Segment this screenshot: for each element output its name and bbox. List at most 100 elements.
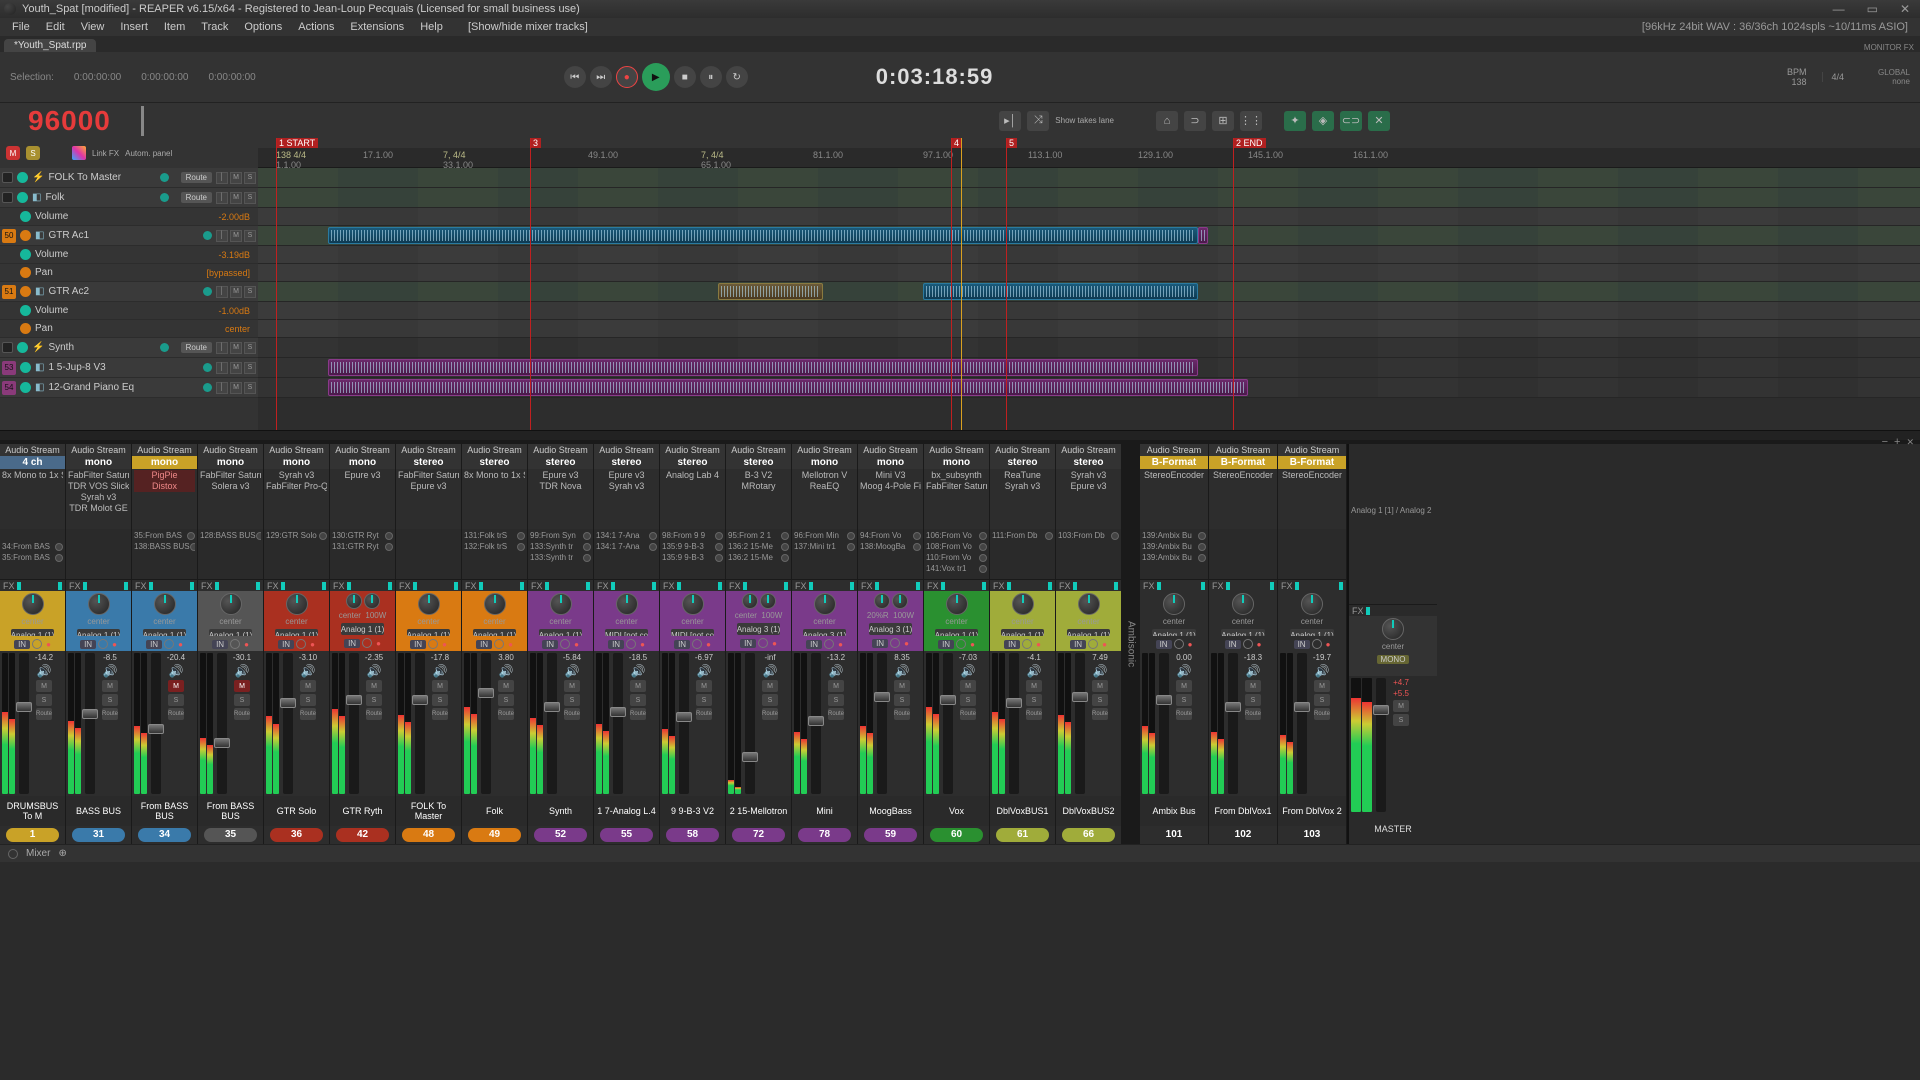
project-tab[interactable]: *Youth_Spat.rpp [4, 39, 96, 52]
mixer-channel[interactable]: Audio Stream stereo Analog Lab 4 98:From… [660, 444, 726, 844]
bpm-display[interactable]: BPM 138 [1787, 67, 1815, 87]
media-clip[interactable] [328, 227, 1198, 244]
arrange-lane[interactable] [258, 264, 1920, 282]
mixer-channel[interactable]: Audio Stream stereo Epure v3TDR Nova 99:… [528, 444, 594, 844]
mixer-channel[interactable]: Audio Stream mono FabFilter SaturnSolera… [198, 444, 264, 844]
mixer-channel[interactable]: Audio Stream mono Mini V3Moog 4-Pole Fil… [858, 444, 924, 844]
menu-file[interactable]: File [4, 21, 38, 33]
toolbar-icon-5[interactable]: ⊞ [1212, 111, 1234, 131]
arrange-lane[interactable] [258, 378, 1920, 398]
mixer-channel[interactable]: Audio Stream mono Epure v3 130:GTR Ryt13… [330, 444, 396, 844]
minimize-button[interactable]: — [1827, 2, 1851, 16]
close-button[interactable]: ✕ [1894, 2, 1916, 16]
arrange-lane[interactable] [258, 208, 1920, 226]
mixer-channel[interactable]: Audio Stream mono Syrah v3FabFilter Pro-… [264, 444, 330, 844]
media-clip[interactable] [923, 283, 1198, 300]
mixer-channel[interactable]: Audio Stream stereo B-3 V2MRotary 95:Fro… [726, 444, 792, 844]
mixer-plus[interactable]: + [1894, 436, 1900, 448]
mixer-channel[interactable]: Audio Stream stereo Epure v3Syrah v3 134… [594, 444, 660, 844]
toolbar-icon-3[interactable]: ⌂ [1156, 111, 1178, 131]
mixer-channel[interactable]: Audio Stream B-Format StereoEncoder FX c… [1209, 444, 1278, 844]
mixer-channel[interactable]: Audio Stream 4 ch 8x Mono to 1x Ster 34:… [0, 444, 66, 844]
arrange-lane[interactable] [258, 302, 1920, 320]
mixer-channel[interactable]: Audio Stream mono PigPieDistox 35:From B… [132, 444, 198, 844]
track-row[interactable]: ⚡SynthRoute│MS [0, 338, 258, 358]
master-mute-chip[interactable]: M [6, 146, 20, 160]
marker[interactable]: 2 END [1233, 138, 1266, 148]
track-row[interactable]: Volume-3.19dB [0, 246, 258, 264]
loop-button[interactable]: ↻ [726, 66, 748, 88]
master-channel[interactable]: Analog 1 [1] / Analog 2 FX center MONO +… [1347, 444, 1437, 844]
stop-button[interactable]: ■ [674, 66, 696, 88]
menu-edit[interactable]: Edit [38, 21, 73, 33]
mixer-label[interactable]: Mixer [26, 848, 50, 859]
media-clip[interactable] [328, 379, 1248, 396]
audio-device-info[interactable]: [96kHz 24bit WAV : 36/36ch 1024spls ~10/… [1634, 21, 1916, 33]
monitor-fx-button[interactable]: MONITOR FX [1858, 43, 1920, 52]
menu-help[interactable]: Help [412, 21, 451, 33]
mixer-channel[interactable]: Audio Stream mono Mellotron VReaEQ 96:Fr… [792, 444, 858, 844]
toolbar-icon-4[interactable]: ⊃ [1184, 111, 1206, 131]
track-row[interactable]: Volume-1.00dB [0, 302, 258, 320]
mixer-channel[interactable]: Audio Stream B-Format StereoEncoder 139:… [1140, 444, 1209, 844]
mixer-minus[interactable]: − [1882, 436, 1888, 448]
arrange-lane[interactable] [258, 282, 1920, 302]
mixer-channel[interactable]: Audio Stream mono bx_subsynthFabFilter S… [924, 444, 990, 844]
marker[interactable]: 1 START [276, 138, 318, 148]
arrange-lane[interactable] [258, 226, 1920, 246]
media-clip[interactable] [328, 359, 1198, 376]
toolbar-icon-1[interactable]: ▸│ [999, 111, 1021, 131]
track-row[interactable]: ⚡FOLK To MasterRoute│MS [0, 168, 258, 188]
track-row[interactable]: ◧FolkRoute│MS [0, 188, 258, 208]
marker[interactable]: 5 [1006, 138, 1017, 148]
track-row[interactable]: 51◧GTR Ac2│MS [0, 282, 258, 302]
mixer-channel[interactable]: Audio Stream stereo 8x Mono to 1x Ste 13… [462, 444, 528, 844]
toolbar-icon-g3[interactable]: ⊂⊃ [1340, 111, 1362, 131]
menu-showhidemixertracks[interactable]: [Show/hide mixer tracks] [451, 21, 596, 33]
play-button[interactable]: ▶ [642, 63, 670, 91]
toolbar-icon-6[interactable]: ⋮⋮ [1240, 111, 1262, 131]
autom-panel-button[interactable]: Autom. panel [125, 149, 172, 158]
skip-start-button[interactable]: ⏮ [564, 66, 586, 88]
timecode-display[interactable]: 0:03:18:59 [876, 64, 994, 90]
skip-end-button[interactable]: ⏭ [590, 66, 612, 88]
track-row[interactable]: Pancenter [0, 320, 258, 338]
marker[interactable]: 3 [530, 138, 541, 148]
menu-extensions[interactable]: Extensions [342, 21, 412, 33]
track-row[interactable]: 53◧1 5-Jup-8 V3│MS [0, 358, 258, 378]
ruler[interactable]: 1 START3452 END 138 4/41.1.0017.1.007, 4… [258, 138, 1920, 168]
arrange-lane[interactable] [258, 246, 1920, 264]
record-button[interactable]: ● [616, 66, 638, 88]
toolbar-icon-2[interactable]: ⤨ [1027, 111, 1049, 131]
media-clip[interactable] [1198, 227, 1208, 244]
tempo-display[interactable]: 96000 [28, 105, 111, 137]
track-row[interactable]: Volume-2.00dB [0, 208, 258, 226]
color-icon[interactable] [72, 146, 86, 160]
master-solo-chip[interactable]: S [26, 146, 40, 160]
menu-item[interactable]: Item [156, 21, 193, 33]
menu-view[interactable]: View [73, 21, 113, 33]
arrange-lane[interactable] [258, 338, 1920, 358]
mixer-channel[interactable]: Audio Stream B-Format StereoEncoder FX c… [1278, 444, 1347, 844]
arrange-lane[interactable] [258, 188, 1920, 208]
menu-options[interactable]: Options [236, 21, 290, 33]
arrange-lane[interactable] [258, 358, 1920, 378]
mixer-channel[interactable]: Audio Stream stereo Syrah v3Epure v3 103… [1056, 444, 1122, 844]
toolbar-icon-g1[interactable]: ✦ [1284, 111, 1306, 131]
menu-track[interactable]: Track [193, 21, 236, 33]
link-fx-button[interactable]: Link FX [92, 149, 119, 158]
arrange-lane[interactable] [258, 168, 1920, 188]
track-row[interactable]: 50◧GTR Ac1│MS [0, 226, 258, 246]
mixer-channel[interactable]: Audio Stream stereo FabFilter SaturnEpur… [396, 444, 462, 844]
media-clip[interactable] [718, 283, 823, 300]
mixer-channel[interactable]: Audio Stream mono FabFilter SaturnTDR VO… [66, 444, 132, 844]
menu-actions[interactable]: Actions [290, 21, 342, 33]
menu-insert[interactable]: Insert [112, 21, 156, 33]
status-icon[interactable] [8, 849, 18, 859]
arrange-scrollbar[interactable] [0, 430, 1920, 440]
mixer-close[interactable]: ✕ [1906, 437, 1914, 448]
toolbar-icon-g4[interactable]: ✕ [1368, 111, 1390, 131]
playhead[interactable] [961, 138, 962, 430]
track-row[interactable]: 54◧12-Grand Piano Eq│MS [0, 378, 258, 398]
track-row[interactable]: Pan[bypassed] [0, 264, 258, 282]
